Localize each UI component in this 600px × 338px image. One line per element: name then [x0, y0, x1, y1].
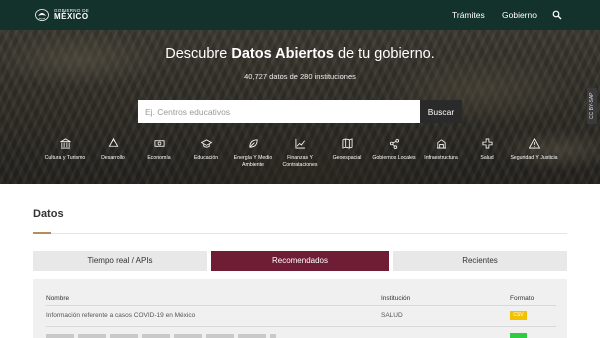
format-badge-partial[interactable] [510, 333, 527, 338]
nav-link-tramites[interactable]: Trámites [452, 10, 485, 20]
money-icon [154, 140, 164, 147]
graduation-cap-icon [200, 139, 212, 148]
category-infraestructura[interactable]: Infraestructura [417, 138, 465, 162]
format-badge-csv[interactable]: CSV [510, 311, 527, 320]
column-header-institucion[interactable]: Institución [381, 295, 410, 302]
datos-section-title: Datos [33, 208, 64, 220]
tab-recientes[interactable]: Recientes [393, 251, 567, 271]
datasets-table [33, 279, 567, 338]
category-geoespacial[interactable]: Geoespacial [323, 138, 371, 162]
category-cultura-turismo[interactable]: Cultura y Turismo [41, 138, 89, 162]
photo-credit: CC BY-SAP [587, 88, 597, 124]
column-header-formato[interactable]: Formato [510, 295, 534, 302]
nav-link-gobierno[interactable]: Gobierno [502, 10, 537, 20]
network-icon [389, 138, 399, 149]
health-cross-icon [482, 138, 492, 149]
category-gobiernos-locales[interactable]: Gobiernos Locales [370, 138, 418, 162]
category-educacion[interactable]: Educación [182, 138, 230, 162]
table-row-name[interactable]: Información referente a casos COVID-19 e… [46, 312, 195, 319]
search-icon[interactable] [552, 10, 562, 20]
category-energia-medio-ambiente[interactable]: Energía Y Medio Ambiente [229, 138, 277, 169]
eagle-seal-icon [35, 9, 49, 21]
category-finanzas-contrataciones[interactable]: Finanzas Y Contrataciones [276, 138, 324, 169]
category-seguridad-justicia[interactable]: Seguridad Y Justicia [510, 138, 558, 162]
map-icon [342, 138, 352, 149]
building-icon [436, 139, 446, 149]
hero-title: Descubre Datos Abiertos de tu gobierno. [165, 46, 435, 62]
header-divider [46, 305, 556, 306]
warning-icon [528, 138, 540, 149]
category-salud[interactable]: Salud [463, 138, 511, 162]
recycle-icon [108, 138, 118, 147]
row-divider [46, 326, 556, 327]
tab-tiempo-real-apis[interactable]: Tiempo real / APIs [33, 251, 207, 271]
section-divider [51, 232, 567, 234]
category-desarrollo[interactable]: Desarrollo [89, 138, 137, 162]
search-button[interactable]: Buscar [420, 100, 462, 123]
line-chart-icon [295, 138, 305, 149]
table-row-institution: SALUD [381, 312, 403, 319]
column-header-nombre[interactable]: Nombre [46, 295, 69, 302]
logo-main-text: MÉXICO [54, 12, 89, 22]
gobierno-logo[interactable]: GOBIERNO DE MÉXICO [34, 8, 89, 22]
tab-recomendados[interactable]: Recomendados [211, 251, 389, 271]
hero-banner: Descubre Datos Abiertos de tu gobierno. … [0, 30, 600, 184]
hero-subtitle: 40,727 datos de 280 instituciones [244, 72, 356, 81]
title-accent-underline [33, 232, 51, 234]
table-row-partial[interactable] [46, 334, 276, 338]
top-navbar: GOBIERNO DE MÉXICO Trámites Gobierno [0, 0, 600, 30]
landmark-icon [59, 138, 71, 149]
category-economia[interactable]: Economía [135, 138, 183, 162]
leaf-icon [248, 139, 258, 148]
search-input[interactable] [138, 100, 420, 123]
